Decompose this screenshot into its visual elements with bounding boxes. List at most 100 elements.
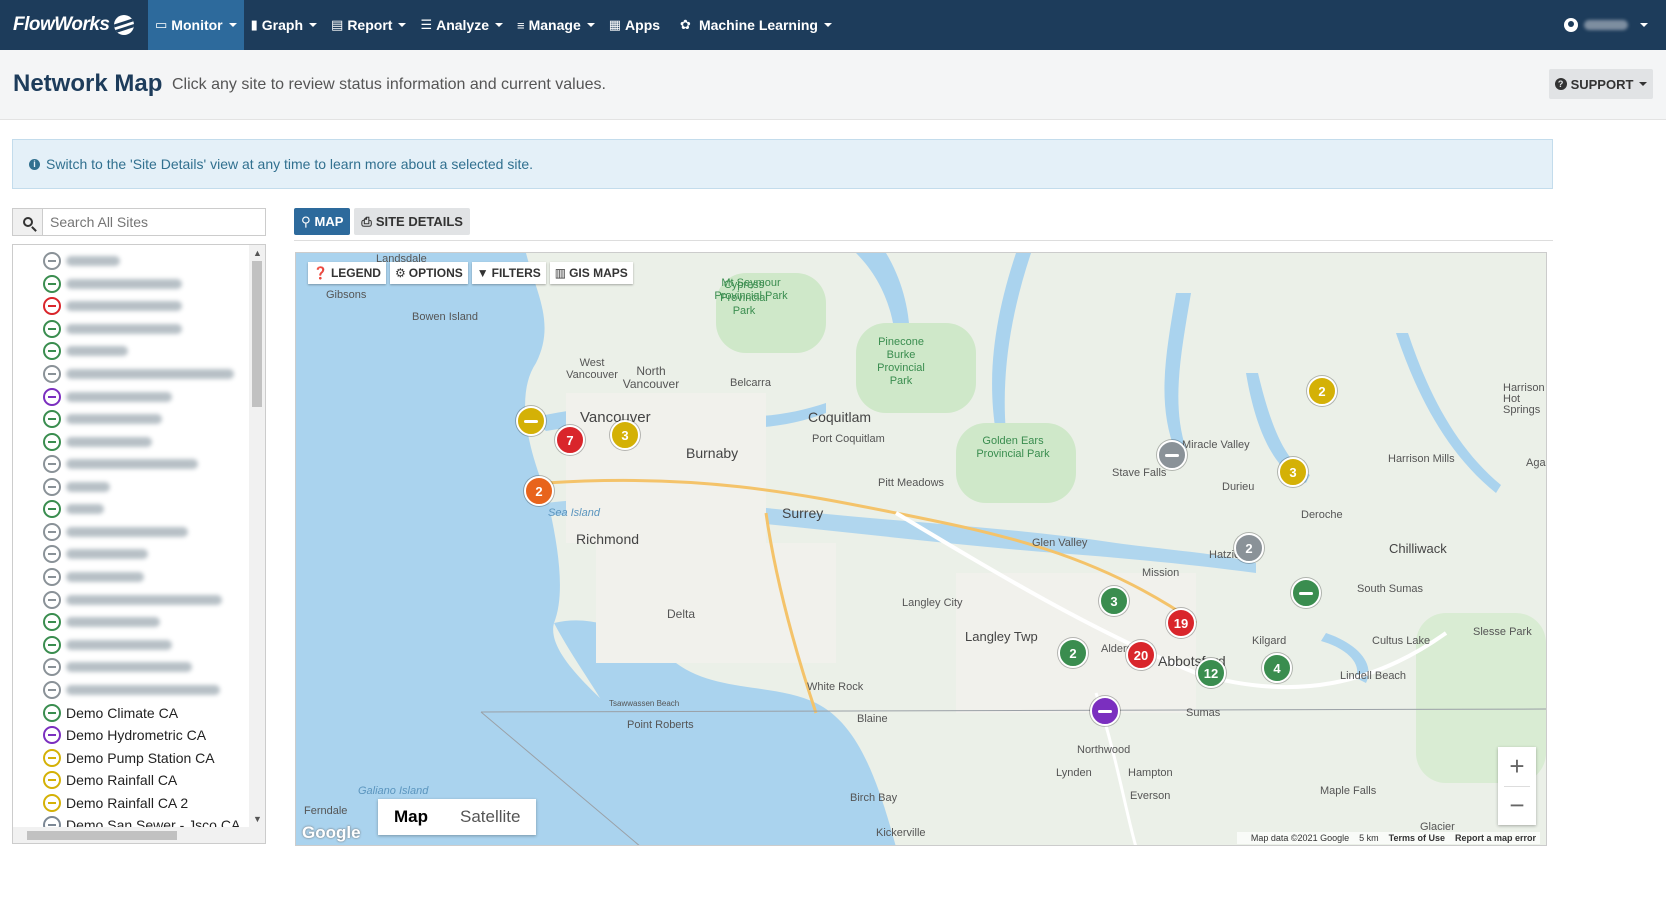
- map-cluster[interactable]: 19: [1166, 608, 1196, 638]
- site-status-icon: [43, 636, 61, 654]
- brand-logo[interactable]: FlowWorks: [0, 0, 148, 50]
- filters-button[interactable]: ▼ FILTERS: [471, 262, 546, 284]
- list-item[interactable]: [43, 589, 222, 611]
- map-cluster[interactable]: 3: [1278, 457, 1308, 487]
- caret-down-icon: [309, 23, 318, 27]
- map-type-satellite[interactable]: Satellite: [444, 799, 536, 835]
- nav-manage[interactable]: ≡ Manage: [510, 0, 602, 50]
- nav-report[interactable]: ▤ Report: [324, 0, 413, 50]
- search-icon[interactable]: [13, 209, 43, 235]
- map-cluster[interactable]: 2: [1234, 533, 1264, 563]
- zoom-in-button[interactable]: +: [1498, 747, 1536, 786]
- list-item[interactable]: [43, 656, 192, 678]
- list-item[interactable]: [43, 476, 110, 498]
- list-item[interactable]: [43, 679, 220, 701]
- map-cluster[interactable]: 2: [1058, 638, 1088, 668]
- tab-site-details[interactable]: ⎙ SITE DETAILS: [354, 208, 470, 235]
- legend-button[interactable]: ❓ LEGEND: [308, 262, 386, 284]
- nav-monitor[interactable]: ▭ Monitor: [148, 0, 244, 50]
- zoom-out-button[interactable]: −: [1498, 786, 1536, 825]
- map-label: Maple Falls: [1320, 785, 1377, 797]
- list-item[interactable]: [43, 273, 182, 295]
- scroll-down-icon[interactable]: ▼: [253, 815, 262, 824]
- map-pin-icon: ⚲: [301, 213, 311, 229]
- report-error-link[interactable]: Report a map error: [1455, 833, 1536, 843]
- options-button[interactable]: ⚙ OPTIONS: [389, 262, 468, 284]
- zoom-control: + −: [1498, 747, 1536, 825]
- support-button[interactable]: ? SUPPORT: [1549, 69, 1653, 99]
- map-icon: ▥: [554, 266, 567, 280]
- map-label: Ferndale: [304, 805, 348, 817]
- map-type-map[interactable]: Map: [378, 799, 444, 835]
- report-icon: ▤: [331, 17, 344, 32]
- support-label: SUPPORT: [1570, 76, 1634, 92]
- list-item[interactable]: [43, 543, 148, 565]
- map-cluster[interactable]: 3: [1099, 586, 1129, 616]
- map-cluster[interactable]: 20: [1126, 640, 1156, 670]
- list-item[interactable]: [43, 521, 188, 543]
- sewer-site-icon[interactable]: [1157, 440, 1187, 470]
- list-item[interactable]: [43, 386, 172, 408]
- list-item[interactable]: [43, 634, 172, 656]
- map-cluster[interactable]: 7: [555, 425, 585, 455]
- list-item[interactable]: Demo Rainfall CA: [43, 769, 177, 791]
- terms-link[interactable]: Terms of Use: [1389, 833, 1445, 843]
- rainfall-site-icon[interactable]: [516, 406, 546, 436]
- question-icon: ?: [1554, 78, 1567, 90]
- site-name-redacted: [66, 617, 160, 627]
- list-item[interactable]: [43, 453, 198, 475]
- climate-site-icon: [43, 704, 61, 722]
- map-label: South Sumas: [1357, 583, 1424, 595]
- list-item[interactable]: [43, 611, 160, 633]
- site-status-icon: [43, 545, 61, 563]
- site-search: [12, 208, 266, 236]
- search-input[interactable]: [43, 209, 265, 235]
- map-label: Langley City: [902, 597, 963, 609]
- map-label: Slesse Park: [1473, 626, 1532, 638]
- site-name-redacted: [66, 324, 182, 334]
- nav-apps[interactable]: ▦ Apps: [602, 0, 667, 50]
- user-menu[interactable]: [1564, 0, 1648, 50]
- tab-map[interactable]: ⚲ MAP: [294, 208, 351, 235]
- nav-analyze[interactable]: ☰ Analyze: [413, 0, 510, 50]
- site-name-redacted: [66, 369, 234, 379]
- nav-graph[interactable]: ▮ Graph: [244, 0, 324, 50]
- horizontal-scrollbar[interactable]: [13, 827, 265, 843]
- list-item[interactable]: [43, 566, 144, 588]
- list-item[interactable]: Demo Climate CA: [43, 702, 178, 724]
- map-cluster[interactable]: 4: [1262, 653, 1292, 683]
- nav-machine-learning[interactable]: ✿ Machine Learning: [673, 0, 839, 50]
- map-cluster[interactable]: 2: [1307, 376, 1337, 406]
- list-item[interactable]: Demo Hydrometric CA: [43, 724, 206, 746]
- climate-site-icon[interactable]: [1291, 578, 1321, 608]
- list-item[interactable]: [43, 340, 128, 362]
- map-cluster[interactable]: 3: [610, 420, 640, 450]
- sliders-icon: ≡: [517, 17, 525, 33]
- site-name-redacted: [66, 685, 220, 695]
- list-item[interactable]: Demo Pump Station CA: [43, 747, 215, 769]
- map-label: Port Coquitlam: [812, 433, 885, 445]
- map-label: Blaine: [857, 713, 888, 725]
- list-item[interactable]: [43, 318, 182, 340]
- scroll-up-icon[interactable]: ▲: [253, 249, 262, 258]
- map-cluster[interactable]: 12: [1196, 658, 1226, 688]
- list-item[interactable]: [43, 295, 182, 317]
- scroll-thumb[interactable]: [27, 831, 177, 840]
- list-item[interactable]: Demo Rainfall CA 2: [43, 792, 188, 814]
- network-map[interactable]: Landsdale Gibsons Bowen Island West Vanc…: [295, 252, 1547, 846]
- site-status-icon: [43, 478, 61, 496]
- map-label: Point Roberts: [627, 719, 694, 731]
- list-item[interactable]: [43, 363, 234, 385]
- gis-maps-button[interactable]: ▥ GIS MAPS: [549, 262, 633, 284]
- list-item[interactable]: [43, 431, 152, 453]
- map-label: Durieu: [1222, 481, 1255, 493]
- vertical-scrollbar[interactable]: ▲ ▼: [249, 245, 265, 829]
- map-label: Harrison Mills: [1388, 453, 1455, 465]
- list-item[interactable]: [43, 408, 162, 430]
- hydrometric-site-icon[interactable]: [1090, 696, 1120, 726]
- map-cluster[interactable]: 2: [524, 476, 554, 506]
- scroll-thumb[interactable]: [252, 261, 262, 407]
- list-item[interactable]: [43, 498, 104, 520]
- site-name-redacted: [66, 527, 188, 537]
- list-item[interactable]: [43, 250, 120, 272]
